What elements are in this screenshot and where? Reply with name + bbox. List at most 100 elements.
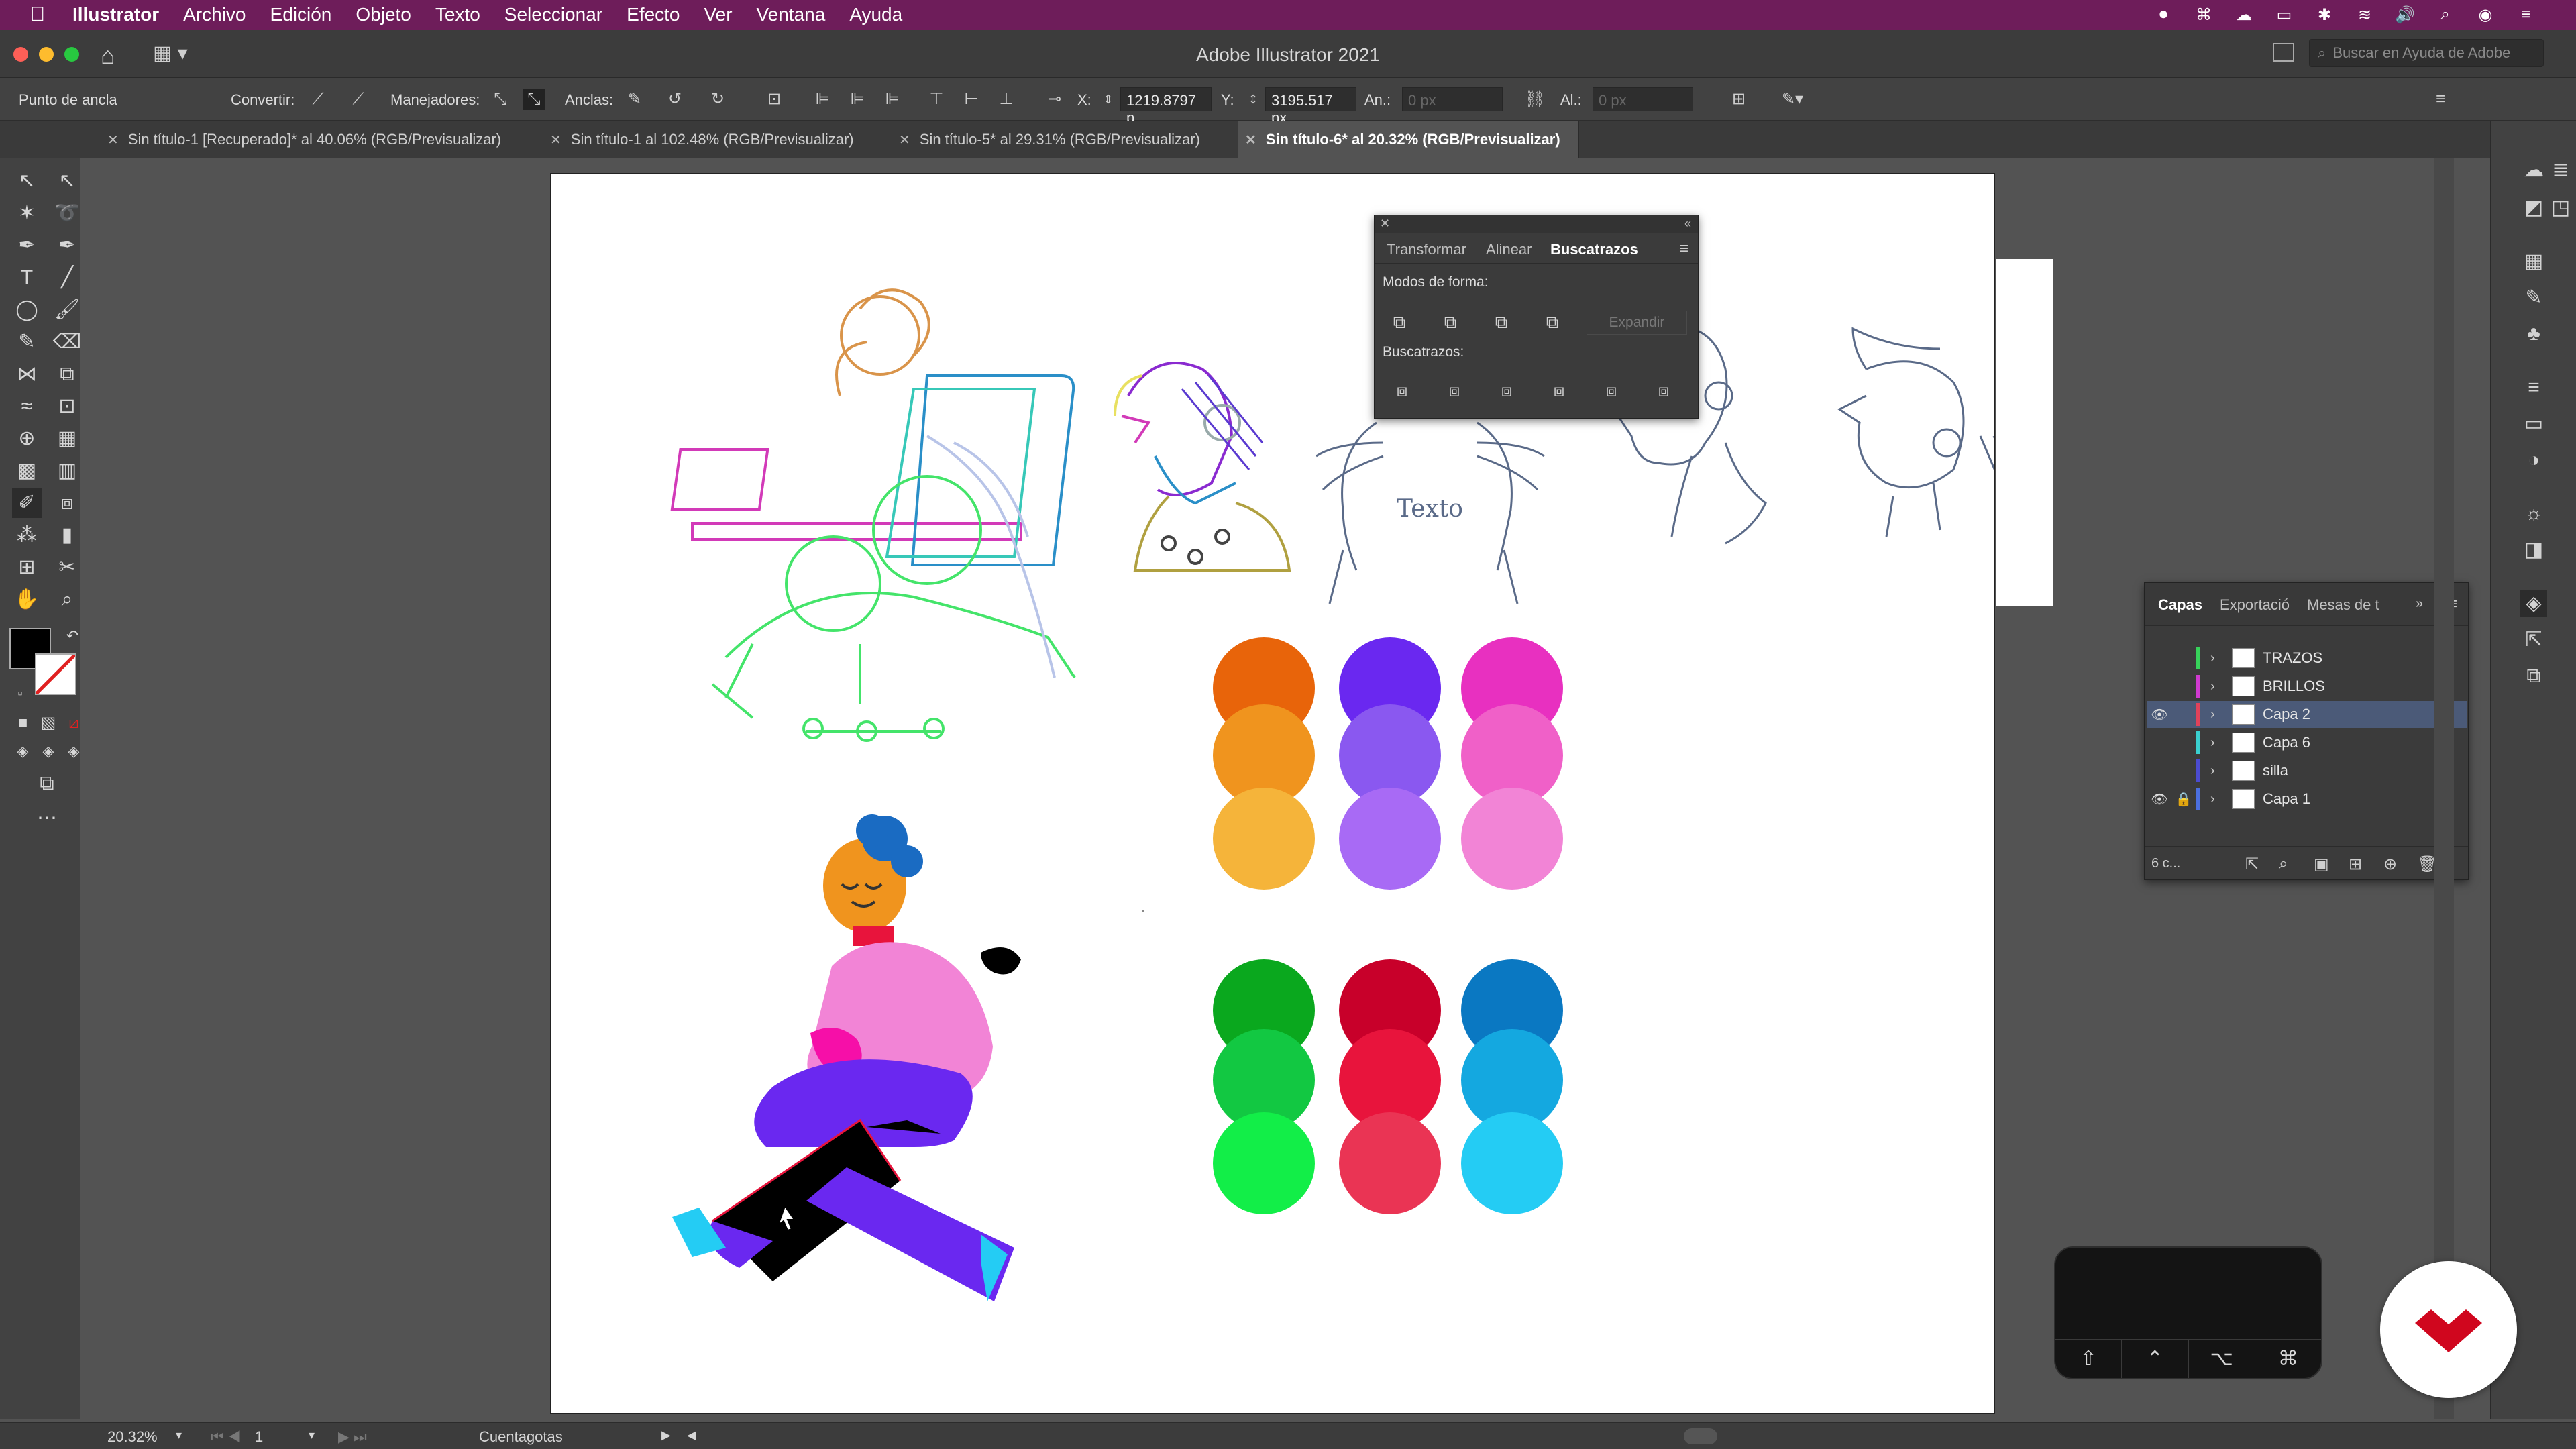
width-tool-icon[interactable]: ≈: [12, 392, 42, 421]
airplay-icon[interactable]: ▭: [2274, 5, 2294, 25]
tab-alinear[interactable]: Alinear: [1486, 241, 1532, 258]
connect-anchor-icon[interactable]: ↺: [664, 89, 686, 110]
minus-back-icon[interactable]: ⧈: [1652, 380, 1675, 400]
type-tool-icon[interactable]: T: [12, 263, 42, 292]
status-menu-icon[interactable]: ▶: [661, 1428, 671, 1442]
layer-row[interactable]: › Capa 6: [2147, 729, 2467, 756]
wifi-icon[interactable]: ≋: [2355, 5, 2375, 25]
tab-doc-1[interactable]: ✕ Sin título-1 [Recuperado]* al 40.06% (…: [101, 121, 543, 158]
properties-icon[interactable]: ◩: [2520, 195, 2547, 221]
y-field[interactable]: 3195.517 px: [1265, 87, 1356, 126]
align-left-icon[interactable]: ⊫: [812, 89, 833, 110]
brushes-icon[interactable]: ✎: [2520, 284, 2547, 311]
lasso-tool-icon[interactable]: ➰: [52, 199, 82, 228]
asset-export-icon[interactable]: ⇱: [2520, 627, 2547, 653]
zoom-level[interactable]: 20.32%: [107, 1428, 158, 1446]
tab-doc-2[interactable]: ✕ Sin título-1 al 102.48% (RGB/Previsual…: [543, 121, 892, 158]
menu-ver[interactable]: Ver: [704, 4, 733, 25]
selection-tool-icon[interactable]: ↖: [12, 166, 42, 196]
default-colors-icon[interactable]: ▫: [5, 679, 35, 708]
expand-layer-chevron-icon[interactable]: ›: [2210, 651, 2225, 666]
expand-layer-chevron-icon[interactable]: ›: [2210, 735, 2225, 751]
slice-tool-icon[interactable]: ✂: [52, 553, 82, 582]
swap-fill-stroke-icon[interactable]: ↶: [58, 621, 87, 651]
expand-layer-chevron-icon[interactable]: ›: [2210, 679, 2225, 694]
outline-icon[interactable]: ⧈: [1600, 380, 1623, 400]
blend-tool-icon[interactable]: ⧈: [52, 488, 82, 518]
menu-ayuda[interactable]: Ayuda: [849, 4, 902, 25]
layer-name[interactable]: Capa 1: [2263, 790, 2434, 808]
divide-icon[interactable]: ⧈: [1391, 380, 1413, 400]
tab-transformar[interactable]: Transformar: [1387, 241, 1466, 258]
libraries-icon[interactable]: ☁: [2520, 157, 2547, 184]
apple-icon[interactable]: : [27, 3, 48, 26]
shape-builder-tool-icon[interactable]: ⊕: [12, 424, 42, 453]
menu-objeto[interactable]: Objeto: [356, 4, 411, 25]
layer-name[interactable]: silla: [2263, 762, 2434, 780]
x-field[interactable]: 1219.8797 p: [1120, 87, 1212, 126]
mesh-tool-icon[interactable]: ▩: [12, 456, 42, 486]
curvature-tool-icon[interactable]: ✒: [52, 231, 82, 260]
visibility-eye-icon[interactable]: 👁: [2147, 791, 2171, 808]
tab-doc-4-active[interactable]: ✕ Sin título-6* al 20.32% (RGB/Previsual…: [1238, 121, 1579, 158]
menu-ventana[interactable]: Ventana: [757, 4, 826, 25]
panel-header[interactable]: ✕ «: [1375, 215, 1698, 233]
tab-buscatrazos[interactable]: Buscatrazos: [1550, 241, 1638, 258]
help-search-input[interactable]: ⌕ Buscar en Ayuda de Adobe: [2309, 39, 2544, 67]
pencil-tool-icon[interactable]: ✎: [12, 327, 42, 357]
edit-toolbar-icon[interactable]: ⋯: [32, 804, 62, 833]
menu-efecto[interactable]: Efecto: [627, 4, 680, 25]
artboards-icon[interactable]: ⧉: [2520, 663, 2547, 690]
expand-panel-icon[interactable]: »: [2416, 596, 2423, 612]
record-icon[interactable]: ⏺: [2153, 5, 2174, 25]
screen-mode-icon[interactable]: ⧉: [32, 769, 62, 798]
menu-app[interactable]: Illustrator: [72, 4, 159, 25]
expand-layer-chevron-icon[interactable]: ›: [2210, 763, 2225, 779]
layers-panel-icon[interactable]: ◈: [2520, 590, 2547, 617]
layer-row[interactable]: › TRAZOS: [2147, 645, 2467, 672]
transparency-icon[interactable]: ◑: [2520, 447, 2547, 474]
tab-capas[interactable]: Capas: [2158, 596, 2202, 614]
tab-doc-3[interactable]: ✕ Sin título-5* al 29.31% (RGB/Previsual…: [892, 121, 1238, 158]
layer-name[interactable]: Capa 6: [2263, 734, 2434, 751]
close-panel-icon[interactable]: ✕: [1380, 217, 1390, 231]
magic-wand-tool-icon[interactable]: ✶: [12, 199, 42, 228]
hand-tool-icon[interactable]: ✋: [12, 585, 42, 614]
last-artboard-icon[interactable]: ▶ ⏭: [338, 1428, 367, 1446]
bluetooth-icon[interactable]: ✱: [2314, 5, 2334, 25]
crop-icon[interactable]: ⧈: [1548, 380, 1570, 400]
collect-export-icon[interactable]: ⇱: [2245, 855, 2259, 874]
first-artboard-icon[interactable]: ⏮ ◀: [211, 1428, 241, 1446]
show-handles-icon[interactable]: ⤡: [490, 89, 511, 110]
spotlight-icon[interactable]: ⌕: [2435, 5, 2455, 25]
cut-path-icon[interactable]: ↻: [707, 89, 729, 110]
zoom-tool-icon[interactable]: ⌕: [52, 585, 82, 614]
expand-layer-chevron-icon[interactable]: ›: [2210, 707, 2225, 722]
layer-name[interactable]: TRAZOS: [2263, 649, 2434, 667]
artboard-number[interactable]: 1: [255, 1428, 263, 1446]
none-mode-icon[interactable]: ⧄: [59, 708, 89, 738]
menu-seleccionar[interactable]: Seleccionar: [504, 4, 602, 25]
stroke-swatch[interactable]: [35, 653, 76, 695]
align-right-icon[interactable]: ⊫: [881, 89, 903, 110]
arrange-documents-icon[interactable]: [2273, 43, 2294, 62]
direct-selection-tool-icon[interactable]: ↖: [52, 166, 82, 196]
align-top-icon[interactable]: ⊤: [926, 89, 947, 110]
control-center-icon[interactable]: ≡: [2516, 5, 2536, 25]
scroll-left-icon[interactable]: ◀: [687, 1428, 696, 1442]
artboard-dropdown-icon[interactable]: ▾: [309, 1428, 315, 1442]
constrain-proportions-icon[interactable]: ⛓: [1524, 89, 1546, 110]
merge-icon[interactable]: ⧈: [1495, 380, 1518, 400]
command-icon[interactable]: ⌘: [2194, 5, 2214, 25]
dock-collapse-icon[interactable]: ◳: [2547, 195, 2574, 221]
panel-menu-icon[interactable]: ≡: [2430, 89, 2451, 110]
intersect-icon[interactable]: ⧉: [1490, 312, 1513, 332]
lock-icon[interactable]: 🔒: [2171, 791, 2196, 808]
expand-button[interactable]: Expandir: [1587, 311, 1687, 335]
x-stepper-icon[interactable]: ⇕: [1097, 89, 1119, 110]
siri-icon[interactable]: ◉: [2475, 5, 2496, 25]
ellipse-tool-icon[interactable]: ◯: [12, 295, 42, 325]
zoom-dropdown-icon[interactable]: ▾: [176, 1428, 182, 1442]
paintbrush-tool-icon[interactable]: 🖌: [52, 295, 82, 325]
exclude-icon[interactable]: ⧉: [1541, 312, 1564, 332]
